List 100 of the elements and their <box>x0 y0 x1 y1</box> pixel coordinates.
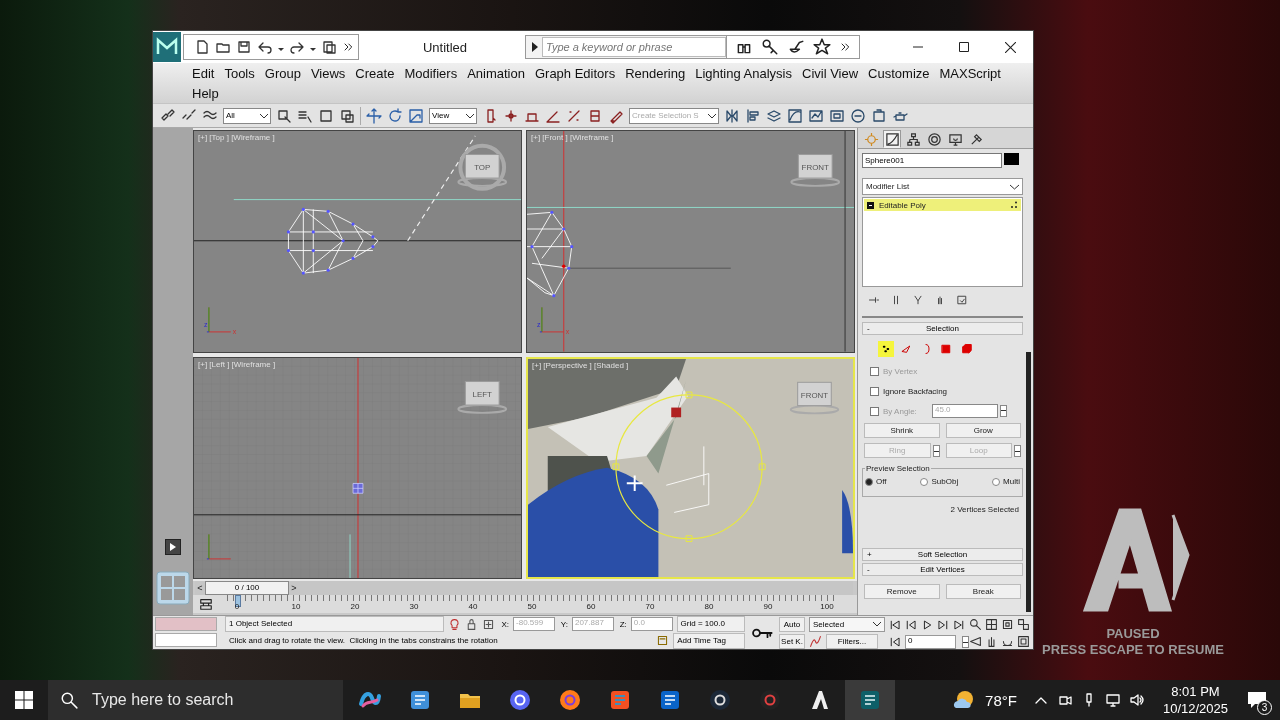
menu-item[interactable]: Views <box>310 65 346 81</box>
time-configuration-icon[interactable] <box>199 597 213 611</box>
object-name-field[interactable]: Sphere001 <box>862 153 1002 168</box>
material-editor-icon[interactable] <box>829 107 845 124</box>
weather-temperature[interactable]: 78°F <box>985 691 1017 709</box>
notepad-icon[interactable] <box>408 688 432 712</box>
store-bag-icon[interactable] <box>608 688 632 712</box>
zoom-extents-icon[interactable] <box>1001 618 1014 631</box>
rollout-header[interactable]: + Soft Selection <box>862 548 1023 561</box>
windows-start-icon[interactable] <box>15 691 33 709</box>
search-field[interactable]: Type a keyword or phrase <box>525 35 727 59</box>
modify-tab[interactable] <box>883 130 901 148</box>
menu-item[interactable]: MAXScript <box>939 65 1001 81</box>
close-icon[interactable] <box>1004 41 1016 53</box>
time-slider-thumb[interactable]: 0 / 100 <box>205 581 289 595</box>
save-icon[interactable] <box>236 39 252 55</box>
go-end-icon[interactable] <box>953 618 965 631</box>
project-icon[interactable] <box>321 39 337 55</box>
menu-item[interactable]: Animation <box>467 65 525 81</box>
menu-item[interactable]: Edit <box>192 65 215 81</box>
key-filter-dropdown[interactable]: Selected <box>809 617 885 632</box>
script-input-field[interactable] <box>155 633 217 647</box>
play-button[interactable] <box>165 539 181 555</box>
app-logo-icon[interactable] <box>153 32 181 62</box>
disc-logo-icon[interactable] <box>708 688 732 712</box>
curve-icon[interactable] <box>809 634 822 648</box>
mail-icon[interactable] <box>658 688 682 712</box>
play-icon[interactable] <box>921 618 933 631</box>
zoom-all-icon[interactable] <box>985 618 998 631</box>
caret-icon[interactable] <box>260 112 268 119</box>
spinner-icon[interactable] <box>962 635 969 648</box>
hierarchy-tab[interactable] <box>904 130 922 148</box>
time-tag-icon[interactable] <box>656 634 670 648</box>
menu-item[interactable]: Tools <box>224 65 255 81</box>
caret-icon[interactable] <box>708 112 716 119</box>
play-icon[interactable] <box>169 542 177 552</box>
star-icon[interactable] <box>813 38 831 56</box>
frame-marker[interactable] <box>235 595 241 607</box>
zoom-extents-all-icon[interactable] <box>1017 618 1030 631</box>
move-icon[interactable] <box>366 107 382 124</box>
add-time-tag-button[interactable]: Add Time Tag <box>673 632 745 649</box>
next-frame-icon[interactable] <box>937 618 949 631</box>
scale-icon[interactable] <box>408 107 424 124</box>
caret-icon[interactable] <box>1010 183 1019 190</box>
zoom-icon[interactable] <box>969 618 982 631</box>
spinner-icon[interactable] <box>1000 405 1007 417</box>
maximize-viewport-icon[interactable] <box>1017 635 1030 648</box>
key-icon[interactable] <box>761 38 779 56</box>
crossing-select-icon[interactable] <box>339 107 355 124</box>
search-icon[interactable] <box>60 691 78 709</box>
panel-button[interactable]: Remove <box>864 584 940 599</box>
search-input[interactable]: Type here to search <box>90 690 334 710</box>
panel-button[interactable]: Grow <box>945 423 1021 438</box>
render-frame-icon[interactable] <box>871 107 887 124</box>
filters-button[interactable]: Filters... <box>826 633 878 649</box>
spinner-snap-icon[interactable] <box>587 107 603 124</box>
rollout-header[interactable]: - Selection <box>862 322 1023 335</box>
next-button[interactable]: > <box>289 582 299 594</box>
stack-item-label[interactable]: Editable Poly <box>879 200 1005 210</box>
curve-editor-icon[interactable] <box>787 107 803 124</box>
key-mode-icon[interactable] <box>889 635 901 648</box>
set-key-button[interactable]: Set K. <box>779 634 805 649</box>
chevrons-icon[interactable] <box>342 41 354 53</box>
menu-item[interactable]: Create <box>355 65 395 81</box>
script-output-field[interactable] <box>155 617 217 631</box>
previous-frame-icon[interactable] <box>905 618 917 631</box>
menu-item[interactable]: Rendering <box>625 65 686 81</box>
field-of-view-icon[interactable] <box>969 635 982 648</box>
panel-button[interactable]: Shrink <box>864 423 940 438</box>
menu-item[interactable]: Lighting Analysis <box>695 65 792 81</box>
taskbar-search-field[interactable]: Type here to search <box>48 680 343 720</box>
viewport-label[interactable]: [+] [Perspective ] [Shaded ] <box>532 360 629 370</box>
radio-button[interactable]: Off <box>865 477 887 486</box>
frame-field[interactable]: 0 <box>905 634 957 649</box>
render-setup-icon[interactable] <box>850 107 866 124</box>
auto-key-button[interactable]: Auto <box>779 617 805 632</box>
radio-button[interactable]: SubObj <box>920 477 959 486</box>
mirror-icon[interactable] <box>724 107 740 124</box>
triangle-icon[interactable] <box>530 41 540 53</box>
menu-item[interactable]: Civil View <box>802 65 859 81</box>
globe-icon[interactable] <box>558 688 582 712</box>
configure-icon[interactable] <box>956 294 968 306</box>
motion-tab[interactable] <box>925 130 943 148</box>
toggle-icon[interactable] <box>867 201 874 209</box>
rotate-gizmo-drawing[interactable] <box>612 391 766 542</box>
selection-lock-icon[interactable] <box>482 617 496 631</box>
stack-item[interactable]: Editable Poly <box>864 199 1021 211</box>
reference-coordinate-dropdown[interactable]: View <box>429 107 477 124</box>
caret-icon[interactable] <box>873 621 881 628</box>
panel-button[interactable]: Break <box>945 584 1021 599</box>
notification-button[interactable]: 3 <box>1242 685 1272 715</box>
menu-item[interactable]: Modifiers <box>404 65 458 81</box>
keyword-search-input[interactable]: Type a keyword or phrase <box>542 37 726 57</box>
network-monitor-icon[interactable] <box>1104 692 1121 708</box>
checkbox[interactable]: Ignore Backfacing <box>870 386 948 396</box>
radio-button[interactable]: Multi <box>992 477 1020 486</box>
object-color-swatch[interactable] <box>1004 153 1019 165</box>
lightbulb-icon[interactable] <box>448 617 462 631</box>
menu-item[interactable]: Customize <box>868 65 930 81</box>
rollout-header[interactable]: - Edit Vertices <box>862 563 1023 576</box>
